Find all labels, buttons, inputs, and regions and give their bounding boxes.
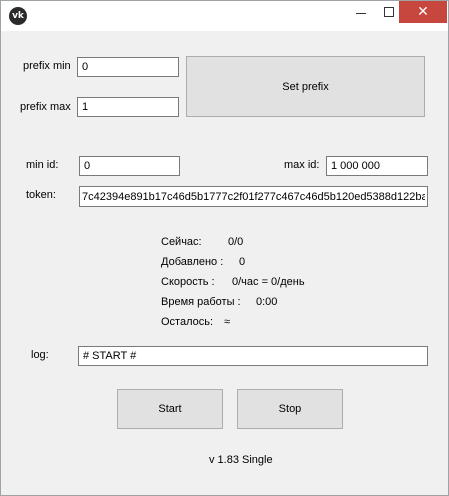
- set-prefix-button[interactable]: Set prefix: [186, 56, 425, 117]
- max-id-label: max id:: [284, 159, 320, 171]
- title-bar: vk ✕: [1, 1, 448, 31]
- remaining-label: Осталось:: [161, 316, 214, 328]
- token-input[interactable]: [79, 186, 428, 207]
- start-button[interactable]: Start: [117, 389, 223, 429]
- close-button[interactable]: ✕: [399, 1, 447, 23]
- added-value: 0: [239, 256, 246, 268]
- app-window: vk ✕ prefix min prefix max Set prefix mi…: [0, 0, 449, 496]
- now-label: Сейчас:: [161, 236, 202, 248]
- min-id-input[interactable]: [79, 156, 180, 176]
- vk-logo-icon: vk: [9, 7, 27, 25]
- minimize-button[interactable]: [347, 1, 375, 23]
- now-value: 0/0: [228, 236, 244, 248]
- uptime-value: 0:00: [256, 296, 278, 308]
- prefix-min-label: prefix min: [23, 60, 71, 72]
- close-icon: ✕: [417, 4, 429, 20]
- min-id-label: min id:: [26, 159, 59, 171]
- minimize-icon: [356, 13, 366, 14]
- prefix-max-input[interactable]: [77, 97, 179, 117]
- uptime-label: Время работы :: [161, 296, 241, 308]
- log-field[interactable]: [78, 346, 428, 366]
- added-label: Добавлено :: [161, 256, 224, 268]
- speed-label: Скорость :: [161, 276, 215, 288]
- version-label: v 1.83 Single: [209, 454, 273, 466]
- max-id-input[interactable]: [326, 156, 428, 176]
- maximize-icon: [384, 7, 394, 17]
- speed-value: 0/час = 0/день: [232, 276, 305, 288]
- prefix-min-input[interactable]: [77, 57, 179, 77]
- stop-button[interactable]: Stop: [237, 389, 343, 429]
- token-label: token:: [26, 189, 56, 201]
- remaining-value: ≈: [224, 316, 231, 328]
- log-label: log:: [31, 349, 49, 361]
- prefix-max-label: prefix max: [20, 101, 71, 113]
